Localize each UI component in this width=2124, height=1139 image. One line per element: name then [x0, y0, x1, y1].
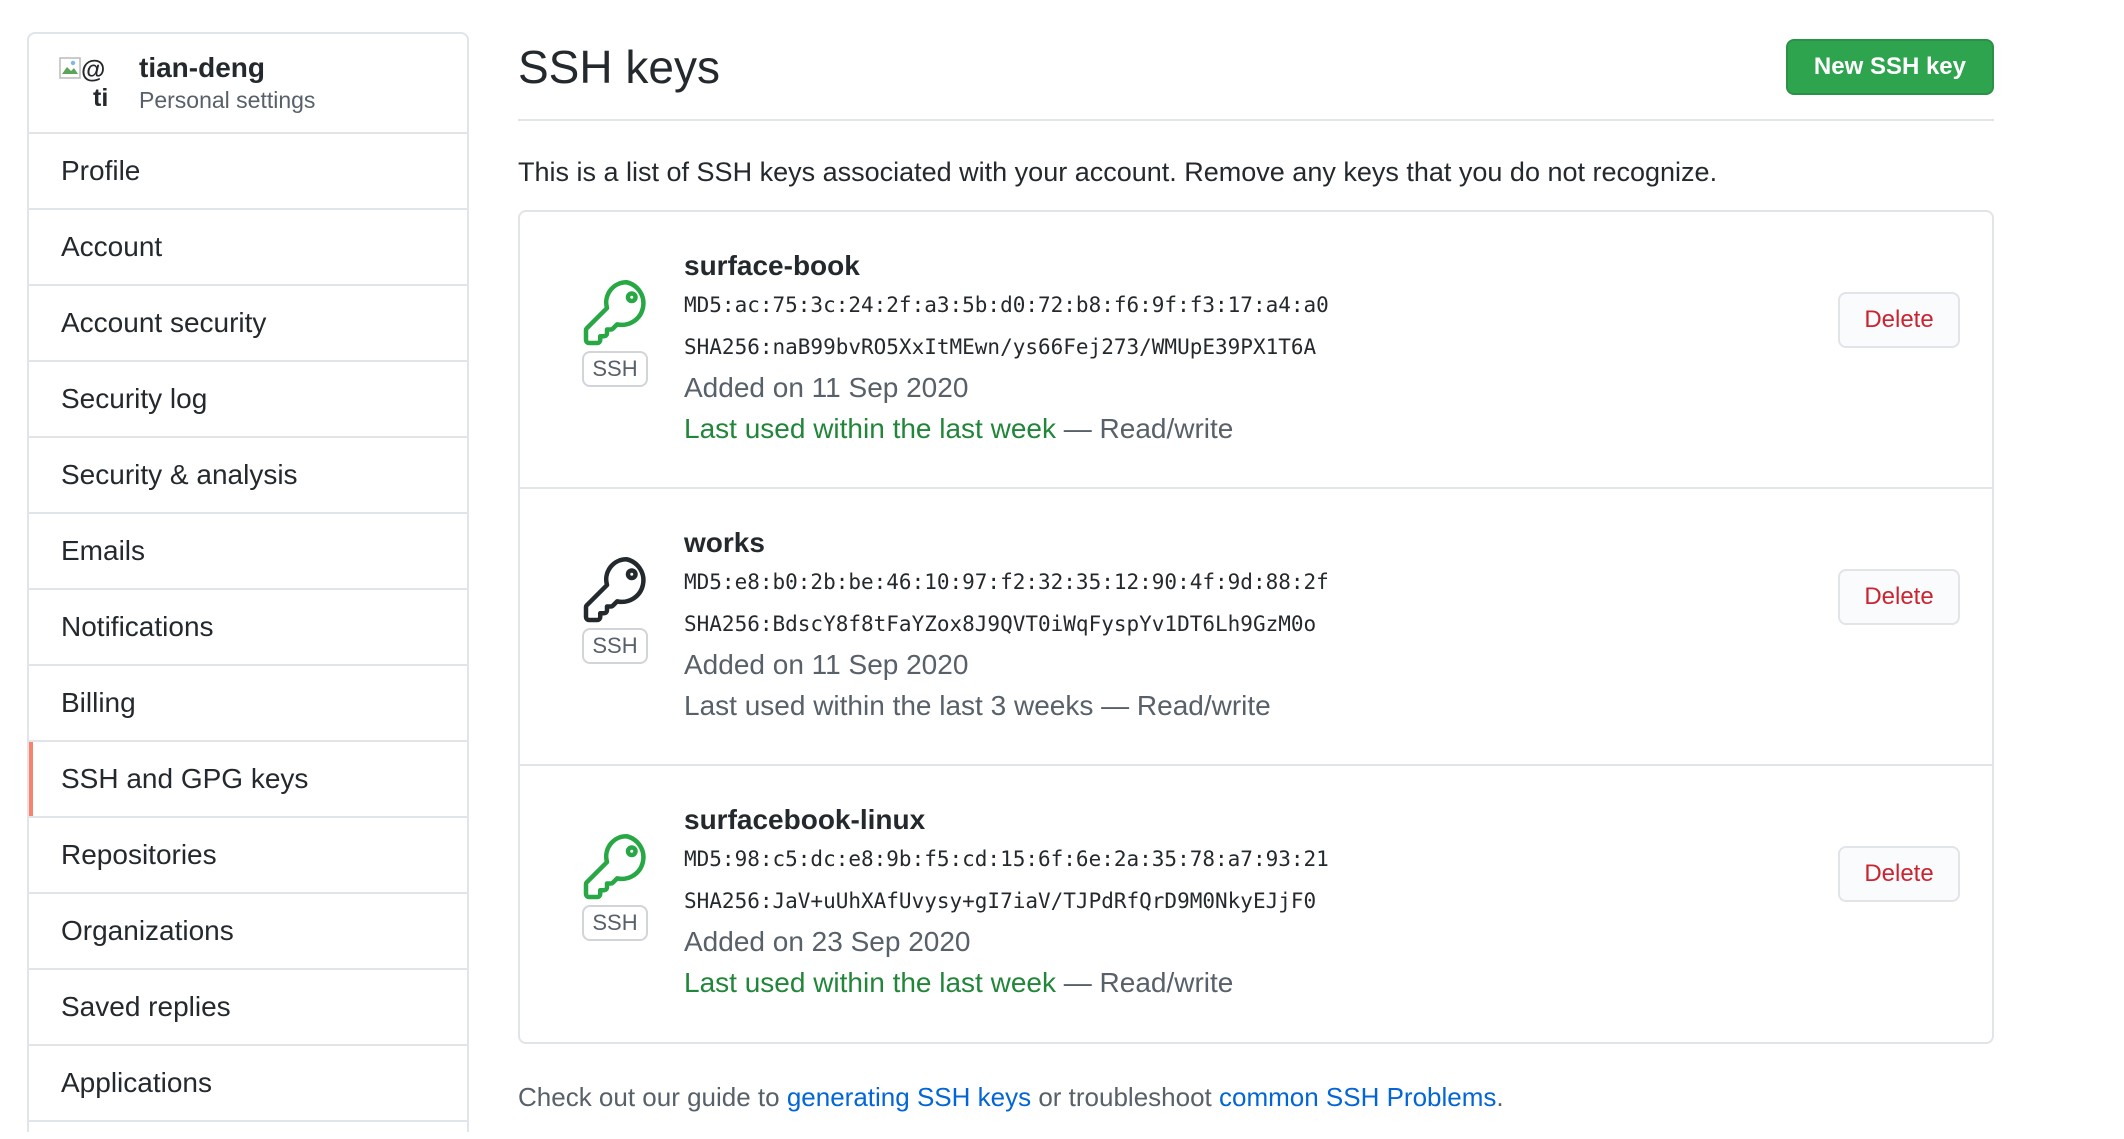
added-date: Added on 23 Sep 2020: [684, 926, 971, 957]
last-used-text: Last used within the last week: [684, 967, 1056, 998]
sidebar-profile-header: @ ti tian-deng Personal settings: [29, 34, 467, 134]
sidebar-item-applications[interactable]: Applications: [29, 1046, 467, 1122]
ssh-badge: SSH: [582, 905, 648, 941]
sidebar-item-organizations[interactable]: Organizations: [29, 894, 467, 970]
sidebar-item-billing[interactable]: Billing: [29, 666, 467, 742]
ssh-key-row: SSH surfacebook-linux MD5:98:c5:dc:e8:9b…: [520, 766, 1992, 1042]
sidebar-item-account-security[interactable]: Account security: [29, 286, 467, 362]
md5-fingerprint: MD5:ac:75:3c:24:2f:a3:5b:d0:72:b8:f6:9f:…: [684, 293, 1329, 317]
md5-fingerprint: MD5:98:c5:dc:e8:9b:f5:cd:15:6f:6e:2a:35:…: [684, 847, 1329, 871]
delete-key-button[interactable]: Delete: [1838, 569, 1960, 625]
sidebar-item-security-log[interactable]: Security log: [29, 362, 467, 438]
page-title: SSH keys: [518, 41, 720, 93]
sidebar-item-ssh-gpg-keys[interactable]: SSH and GPG keys: [29, 742, 467, 818]
access-level: — Read/write: [1055, 967, 1234, 998]
added-date: Added on 11 Sep 2020: [684, 649, 969, 680]
sidebar-item-saved-replies[interactable]: Saved replies: [29, 970, 467, 1046]
ssh-key-list: SSH surface-book MD5:ac:75:3c:24:2f:a3:5…: [518, 210, 1994, 1044]
new-ssh-key-button[interactable]: New SSH key: [1785, 39, 1994, 95]
delete-key-button[interactable]: Delete: [1838, 846, 1960, 902]
key-icon: [583, 833, 646, 900]
settings-page: @ ti tian-deng Personal settings Profile…: [0, 0, 2124, 1132]
settings-sidebar: @ ti tian-deng Personal settings Profile…: [27, 32, 469, 1132]
sha256-fingerprint: SHA256:JaV+uUhXAfUvysy+gI7iaV/TJPdRfQrD9…: [684, 889, 1317, 913]
key-badge-group: SSH: [580, 554, 652, 664]
page-header: SSH keys New SSH key: [518, 0, 1994, 121]
username[interactable]: tian-deng: [139, 51, 315, 85]
page-description: This is a list of SSH keys associated wi…: [518, 157, 1718, 187]
added-date: Added on 11 Sep 2020: [684, 372, 969, 403]
help-note-suffix: .: [1496, 1082, 1504, 1112]
last-used-status: Last used within the last 3 weeks — Read…: [684, 685, 1329, 727]
sidebar-item-repositories[interactable]: Repositories: [29, 818, 467, 894]
broken-image-icon: [59, 57, 81, 79]
avatar-alt-text: ti: [93, 84, 109, 112]
md5-fingerprint: MD5:e8:b0:2b:be:46:10:97:f2:32:35:12:90:…: [684, 570, 1329, 594]
ssh-badge: SSH: [582, 628, 648, 664]
profile-text: tian-deng Personal settings: [139, 51, 315, 115]
key-title: works: [684, 527, 765, 558]
sha256-fingerprint: SHA256:BdscY8f8tFaYZox8J9QVT0iWqFyspYv1D…: [684, 612, 1317, 636]
sidebar-item-account[interactable]: Account: [29, 210, 467, 286]
ssh-key-row: SSH surface-book MD5:ac:75:3c:24:2f:a3:5…: [520, 212, 1992, 489]
personal-settings-subtitle: Personal settings: [139, 87, 316, 113]
key-details: works MD5:e8:b0:2b:be:46:10:97:f2:32:35:…: [684, 525, 1329, 727]
key-badge-group: SSH: [580, 831, 652, 941]
common-ssh-problems-link[interactable]: common SSH Problems: [1219, 1082, 1496, 1112]
key-title: surfacebook-linux: [684, 804, 926, 835]
access-level: — Read/write: [1055, 413, 1234, 444]
last-used-status: Last used within the last week — Read/wr…: [684, 408, 1329, 450]
ssh-key-row: SSH works MD5:e8:b0:2b:be:46:10:97:f2:32…: [520, 489, 1992, 766]
sha256-fingerprint: SHA256:naB99bvRO5XxItMEwn/ys66Fej273/WMU…: [684, 335, 1317, 359]
help-note-prefix: Check out our guide to: [518, 1082, 787, 1112]
help-note: Check out our guide to generating SSH ke…: [518, 1082, 1994, 1113]
key-icon: [583, 556, 646, 623]
avatar[interactable]: @ ti: [59, 55, 115, 111]
sidebar-item-notifications[interactable]: Notifications: [29, 590, 467, 666]
generating-ssh-keys-link[interactable]: generating SSH keys: [787, 1082, 1031, 1112]
key-title: surface-book: [684, 250, 860, 281]
last-used-text: Last used within the last week: [684, 413, 1056, 444]
delete-key-button[interactable]: Delete: [1838, 292, 1960, 348]
key-details: surface-book MD5:ac:75:3c:24:2f:a3:5b:d0…: [684, 248, 1329, 450]
sidebar-item-emails[interactable]: Emails: [29, 514, 467, 590]
ssh-badge: SSH: [582, 351, 648, 387]
last-used-text: Last used within the last 3 weeks: [684, 690, 1094, 721]
help-note-middle: or troubleshoot: [1031, 1082, 1219, 1112]
last-used-status: Last used within the last week — Read/wr…: [684, 962, 1329, 1004]
main-content: SSH keys New SSH key This is a list of S…: [518, 0, 1994, 1139]
sidebar-item-profile[interactable]: Profile: [29, 134, 467, 210]
sidebar-item-security-analysis[interactable]: Security & analysis: [29, 438, 467, 514]
avatar-alt-text: @: [81, 56, 106, 84]
access-level: — Read/write: [1093, 690, 1271, 721]
key-badge-group: SSH: [580, 277, 652, 387]
key-details: surfacebook-linux MD5:98:c5:dc:e8:9b:f5:…: [684, 802, 1329, 1004]
key-icon: [583, 279, 646, 346]
